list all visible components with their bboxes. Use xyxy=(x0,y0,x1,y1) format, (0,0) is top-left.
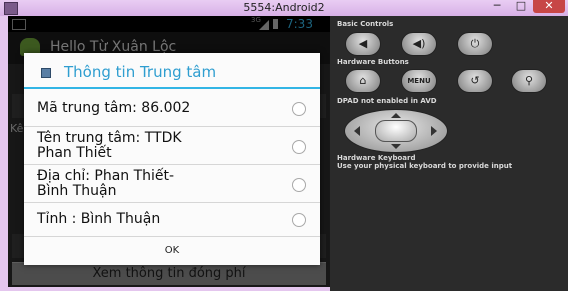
list-item[interactable]: Mã trung tâm: 86.002 xyxy=(24,89,320,127)
maximize-button[interactable]: □ xyxy=(509,0,533,13)
dpad-up-icon xyxy=(391,113,401,118)
hardware-buttons-title: Hardware Buttons xyxy=(337,58,409,66)
dialog-title: Thông tin Trung tâm xyxy=(64,63,217,81)
close-button[interactable]: ✕ xyxy=(533,0,565,13)
dpad-down-icon xyxy=(391,144,401,149)
hardware-keyboard-hint: Use your physical keyboard to provide in… xyxy=(337,162,513,170)
item-label: Tỉnh : Bình Thuận xyxy=(37,211,161,227)
hardware-keyboard-title: Hardware Keyboard xyxy=(337,154,416,162)
minimize-button[interactable]: ─ xyxy=(485,0,509,13)
dpad-center xyxy=(375,120,417,142)
radio-button[interactable] xyxy=(292,213,306,227)
ok-button[interactable]: OK xyxy=(24,236,320,265)
dialog-header: Thông tin Trung tâm xyxy=(24,53,320,89)
list-item[interactable]: Tên trung tâm: TTDK Phan Thiết xyxy=(24,127,320,165)
item-label: Tên trung tâm: TTDK Phan Thiết xyxy=(37,131,182,161)
item-label: Địa chỉ: Phan Thiết- Bình Thuận xyxy=(37,169,174,199)
home-icon[interactable]: ⌂ xyxy=(345,69,381,93)
emulator-window: 5554:Android2 ─ □ ✕ 3G 7:33 Hello Từ Xuâ… xyxy=(0,0,568,291)
radio-button[interactable] xyxy=(292,178,306,192)
item-label-line1: Tên trung tâm: TTDK xyxy=(37,130,182,146)
item-label-line1: Địa chỉ: Phan Thiết- xyxy=(37,168,175,184)
power-icon[interactable]: ⏻ xyxy=(457,32,493,56)
list-item[interactable]: Địa chỉ: Phan Thiết- Bình Thuận xyxy=(24,165,320,203)
radio-button[interactable] xyxy=(292,102,306,116)
dpad-right-icon xyxy=(431,126,437,136)
item-label: Mã trung tâm: 86.002 xyxy=(37,100,191,116)
volume-down-icon[interactable]: ◀ xyxy=(345,32,381,56)
item-label-line2: Bình Thuận xyxy=(37,183,117,199)
window-title: 5554:Android2 xyxy=(243,1,325,14)
dpad xyxy=(344,109,448,153)
list-item[interactable]: Tỉnh : Bình Thuận xyxy=(24,203,320,237)
menu-button[interactable]: MENU xyxy=(401,69,437,93)
item-label-line2: Phan Thiết xyxy=(37,145,112,161)
volume-up-icon[interactable]: ◀) xyxy=(401,32,437,56)
phone-screen: 3G 7:33 Hello Từ Xuân Lộc Kê Xem thông t… xyxy=(8,16,330,287)
window-titlebar[interactable]: 5554:Android2 ─ □ ✕ xyxy=(0,0,568,16)
search-icon[interactable]: ⚲ xyxy=(511,69,547,93)
dpad-note: DPAD not enabled in AVD xyxy=(337,97,437,105)
dialog-icon xyxy=(41,68,51,78)
dpad-left-icon xyxy=(354,126,360,136)
radio-button[interactable] xyxy=(292,140,306,154)
center-info-dialog: Thông tin Trung tâm Mã trung tâm: 86.002… xyxy=(24,53,320,265)
basic-controls-title: Basic Controls xyxy=(337,20,394,28)
emulator-controls-panel: Basic Controls ◀ ◀) ⏻ Hardware Buttons ⌂… xyxy=(330,16,568,291)
back-icon[interactable]: ↺ xyxy=(457,69,493,93)
